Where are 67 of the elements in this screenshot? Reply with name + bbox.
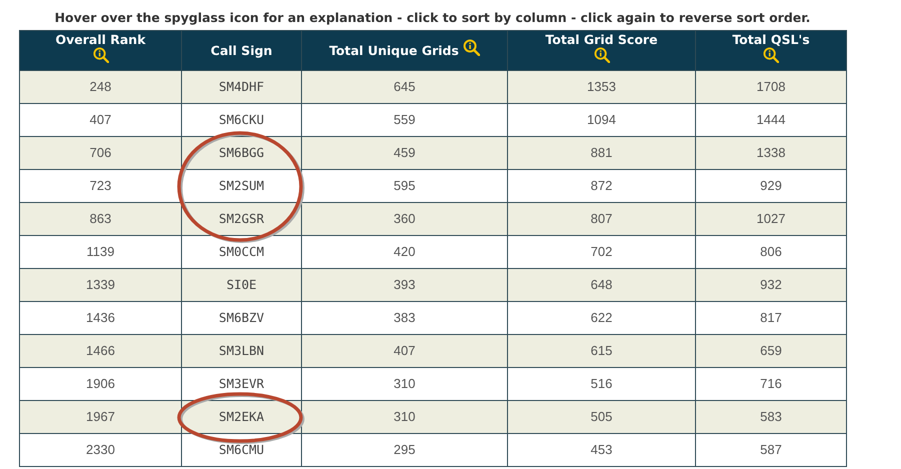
- spyglass-info-icon[interactable]: [763, 47, 779, 63]
- table-cell: 622: [590, 310, 612, 325]
- call-sign: SM0CCM: [218, 244, 264, 259]
- table-cell: 295: [394, 442, 416, 457]
- table-cell: 2330: [86, 442, 115, 457]
- table-cell: 1339: [86, 277, 115, 292]
- table-cell: 1353: [587, 79, 616, 94]
- table-cell: 310: [394, 409, 416, 424]
- table-cell: 1967: [86, 409, 115, 424]
- call-sign: SM6CKU: [218, 112, 264, 127]
- table-cell: 407: [90, 112, 112, 127]
- table-cell: 929: [760, 178, 782, 193]
- table-cell: 559: [394, 112, 416, 127]
- instructions-text: Hover over the spyglass icon for an explanation - click to sort by column - click again to reverse sort order.: [54, 10, 810, 25]
- call-sign: SM6BZV: [218, 310, 264, 325]
- table-cell: 360: [394, 211, 416, 226]
- column-header[interactable]: Total QSL's: [732, 32, 810, 47]
- spyglass-info-icon[interactable]: [594, 47, 610, 63]
- column-header[interactable]: Call Sign: [210, 43, 272, 58]
- table-cell: 420: [394, 244, 416, 259]
- table-cell: 716: [760, 376, 782, 391]
- call-sign: SM3LBN: [218, 343, 264, 358]
- table-cell: 1436: [86, 310, 115, 325]
- call-sign: SM2EKA: [218, 409, 264, 424]
- call-sign: SM6CMU: [218, 442, 264, 457]
- table-cell: 1466: [86, 343, 115, 358]
- table-cell: 1094: [587, 112, 616, 127]
- table-cell: 407: [394, 343, 416, 358]
- table-cell: 659: [760, 343, 782, 358]
- call-sign: SM2SUM: [218, 178, 264, 193]
- table-cell: 702: [590, 244, 612, 259]
- table-cell: 881: [590, 145, 612, 160]
- table-cell: 645: [394, 79, 416, 94]
- table-cell: 872: [590, 178, 612, 193]
- table-cell: 459: [394, 145, 416, 160]
- table-cell: 706: [90, 145, 112, 160]
- table-cell: 807: [590, 211, 612, 226]
- spyglass-info-icon[interactable]: [462, 39, 480, 56]
- table-cell: 1139: [86, 244, 114, 259]
- call-sign: SM3EVR: [218, 376, 264, 391]
- table-cell: 583: [760, 409, 782, 424]
- table-cell: 1906: [86, 376, 115, 391]
- call-sign: SM4DHF: [218, 79, 264, 94]
- table-cell: 1338: [756, 145, 786, 160]
- table-cell: 595: [394, 178, 416, 193]
- table-cell: 648: [590, 277, 612, 292]
- table-cell: 393: [394, 277, 416, 292]
- spyglass-info-icon[interactable]: [92, 47, 108, 63]
- table-cell: 806: [760, 244, 782, 259]
- table-cell: 453: [590, 442, 612, 457]
- call-sign: SM6BGG: [218, 145, 264, 160]
- table-cell: 587: [760, 442, 782, 457]
- table-cell: 1708: [756, 79, 786, 94]
- table-cell: 1444: [756, 112, 786, 127]
- table-cell: 932: [760, 277, 782, 292]
- table-cell: 723: [90, 178, 112, 193]
- table-cell: 505: [590, 409, 612, 424]
- table-cell: 615: [590, 343, 612, 358]
- table-cell: 863: [90, 211, 112, 226]
- table-cell: 248: [90, 79, 112, 94]
- call-sign: SI0E: [226, 277, 257, 292]
- call-sign: SM2GSR: [218, 211, 264, 226]
- table-cell: 817: [760, 310, 782, 325]
- table-cell: 383: [394, 310, 416, 325]
- table-cell: 516: [590, 376, 612, 391]
- table-cell: 1027: [756, 211, 786, 226]
- table-cell: 310: [394, 376, 416, 391]
